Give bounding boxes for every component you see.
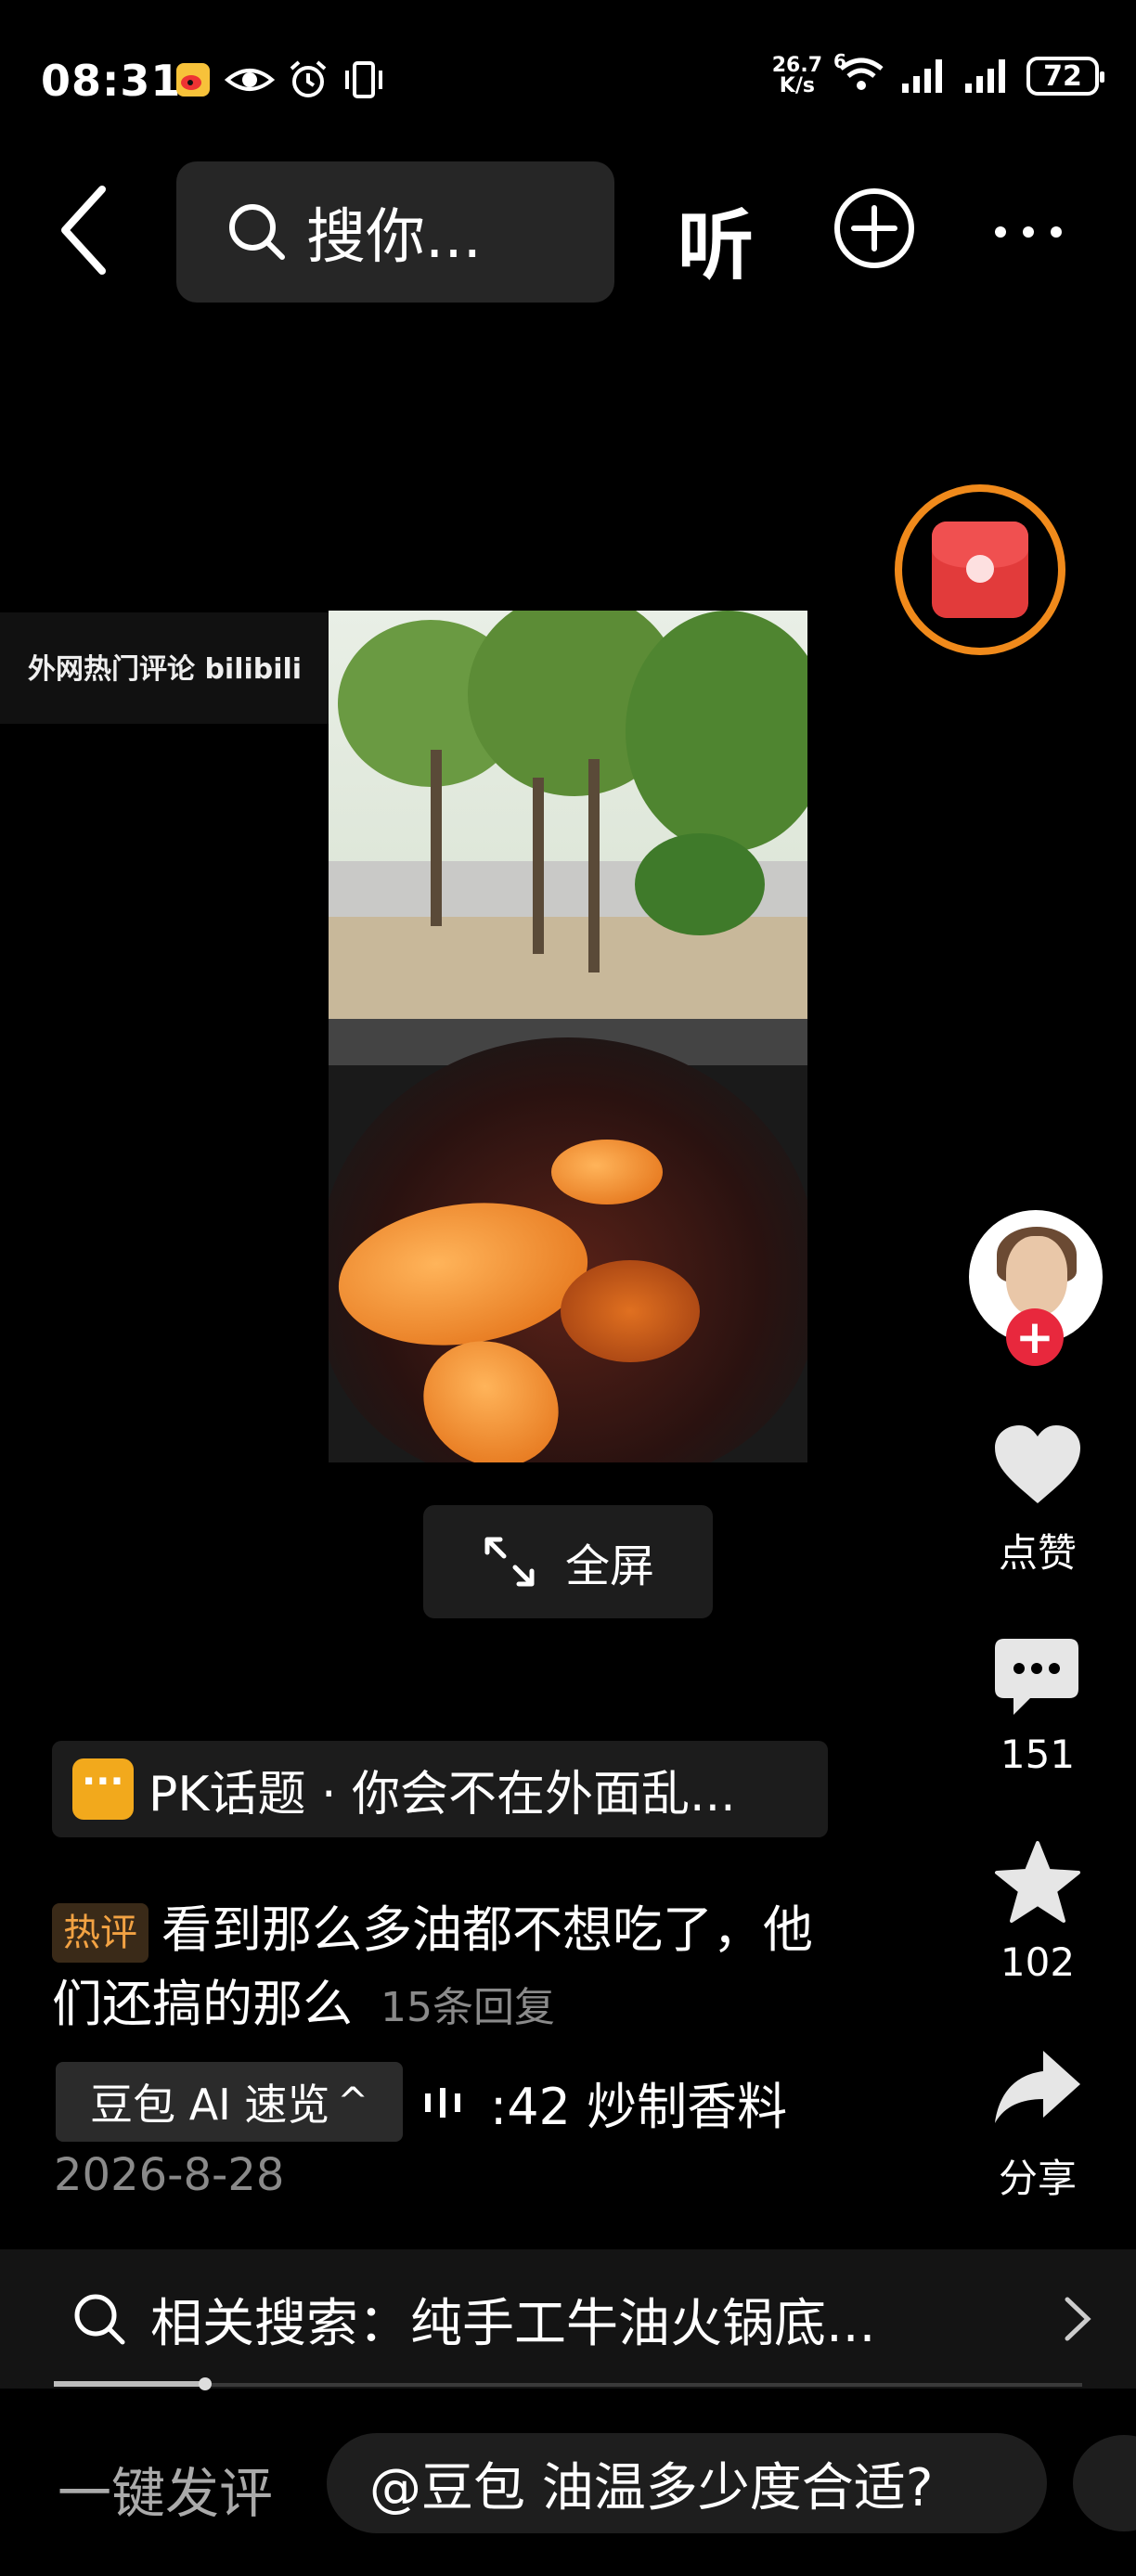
comment-count: 151 — [1000, 1732, 1076, 1777]
favorite-icon[interactable] — [993, 1839, 1082, 1925]
video-player[interactable] — [329, 611, 807, 1462]
more-button[interactable] — [991, 223, 1065, 241]
fullscreen-button[interactable]: 全屏 — [423, 1505, 713, 1618]
video-progress-handle[interactable] — [199, 2377, 212, 2390]
reply-count[interactable]: 15条回复 — [381, 1984, 555, 2031]
fullscreen-label: 全屏 — [564, 1540, 654, 1592]
ai-summary-chip[interactable]: 豆包 AI 速览 ^ — [56, 2062, 403, 2142]
search-placeholder: 搜你... — [306, 203, 483, 272]
add-button[interactable] — [832, 186, 917, 271]
red-packet-button[interactable] — [895, 484, 1065, 655]
wifi-gen-label: 6 — [833, 50, 846, 72]
pk-topic-text: PK话题 · 你会不在外面乱... — [148, 1766, 736, 1823]
favorite-count: 102 — [1000, 1939, 1076, 1985]
red-packet-icon — [932, 522, 1028, 618]
search-icon — [74, 2294, 125, 2345]
eye-icon — [225, 69, 275, 91]
search-input[interactable]: 搜你... — [176, 161, 614, 303]
like-icon[interactable] — [993, 1423, 1082, 1507]
search-icon — [229, 204, 285, 260]
net-speed-value: 26.7 — [771, 54, 822, 77]
alarm-icon — [290, 60, 327, 97]
follow-button[interactable]: + — [1006, 1308, 1064, 1366]
hot-comment[interactable]: 热评 看到那么多油都不想吃了，他们还搞的那么 15条回复 — [52, 1893, 850, 2045]
like-label: 点赞 — [998, 1530, 1077, 1576]
video-watermark: 外网热门评论 bilibili — [28, 653, 303, 686]
post-date: 2026-8-28 — [54, 2149, 285, 2201]
hot-comment-tag: 热评 — [52, 1903, 148, 1964]
listen-button[interactable]: 听 — [678, 184, 754, 294]
more-suggestion-chip[interactable] — [1073, 2435, 1136, 2531]
wifi-indicator: 6 — [833, 50, 885, 97]
battery-indicator: 72 — [1026, 57, 1104, 96]
expand-icon — [484, 1537, 535, 1587]
chevron-right-icon — [1065, 2297, 1091, 2341]
signal-icon — [902, 59, 942, 93]
share-icon[interactable] — [991, 2047, 1084, 2127]
chat-bubble-icon — [72, 1758, 134, 1820]
ai-question-text: @豆包 油温多少度合适? — [369, 2457, 934, 2518]
ai-summary-label: 豆包 AI 速览 — [90, 2080, 330, 2130]
related-search-text: 相关搜索：纯手工牛油火锅底... — [150, 2293, 876, 2354]
vibrate-icon — [345, 61, 382, 98]
weibo-icon — [176, 63, 210, 97]
ai-audio-text: :42 炒制香料 — [490, 2078, 788, 2136]
pk-topic-chip[interactable]: PK话题 · 你会不在外面乱... — [52, 1741, 828, 1837]
ai-question-chip[interactable]: @豆包 油温多少度合适? — [327, 2433, 1047, 2533]
status-time: 08:31 — [41, 56, 182, 106]
related-search-bar[interactable]: 相关搜索：纯手工牛油火锅底... — [0, 2249, 1136, 2389]
back-button[interactable] — [56, 182, 121, 284]
ai-audio-line[interactable]: :42 炒制香料 — [421, 2066, 787, 2139]
audio-wave-icon — [425, 2087, 460, 2118]
status-right-group: 26.7 K/s 6 72 — [772, 50, 1104, 97]
status-notification-icons — [174, 59, 386, 100]
one-click-comment-button[interactable]: 一键发评 — [58, 2450, 273, 2528]
comment-icon[interactable] — [993, 1637, 1080, 1720]
share-label: 分享 — [998, 2156, 1077, 2201]
chevron-up-icon: ^ — [337, 2080, 368, 2123]
video-progress-fill — [54, 2381, 206, 2387]
net-speed: 26.7 K/s — [772, 56, 822, 97]
signal-icon-2 — [965, 59, 1005, 93]
net-speed-unit: K/s — [779, 74, 815, 97]
